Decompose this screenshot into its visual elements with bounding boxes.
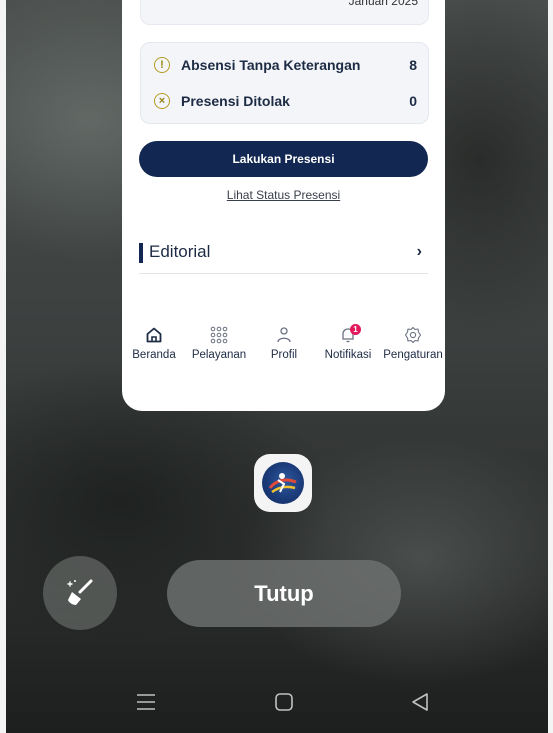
app-icon[interactable] (254, 454, 312, 512)
stat-row-ditolak: × Presensi Ditolak 0 (141, 86, 428, 116)
top-cut-text: Januari 2025 (348, 0, 418, 8)
nav-item-beranda[interactable]: Beranda (132, 326, 176, 361)
broom-icon (67, 579, 93, 605)
screen-edge-left (0, 0, 6, 733)
home-icon (146, 327, 162, 343)
back-key[interactable] (410, 692, 430, 717)
nav-item-notifikasi[interactable]: 1 Notifikasi (321, 324, 375, 361)
menu-icon (137, 694, 155, 710)
bottom-navigation: Beranda Pelayanan Profil 1 Notifikasi Pe… (122, 324, 445, 370)
attendance-stats-box: ! Absensi Tanpa Keterangan 8 × Presensi … (140, 42, 429, 124)
stat-label: Absensi Tanpa Keterangan (181, 57, 361, 73)
stat-label: Presensi Ditolak (181, 93, 290, 109)
nav-label: Profil (270, 349, 298, 361)
editorial-section-header[interactable]: Editorial › (139, 241, 428, 274)
nav-label: Beranda (132, 349, 176, 361)
app-logo-icon (262, 462, 304, 504)
grid-icon (210, 326, 228, 344)
lakukan-presensi-button[interactable]: Lakukan Presensi (139, 141, 428, 177)
recents-key[interactable] (136, 692, 156, 717)
person-icon (277, 327, 291, 343)
top-info-box: Januari 2025 (140, 0, 429, 25)
nav-item-profil[interactable]: Profil (266, 326, 302, 361)
stat-value: 0 (409, 93, 417, 109)
notification-badge: 1 (350, 324, 361, 335)
square-icon (275, 693, 293, 711)
lihat-status-link[interactable]: Lihat Status Presensi (122, 188, 445, 202)
nav-label: Pengaturan (383, 349, 443, 361)
system-navigation-bar (0, 686, 553, 726)
section-title: Editorial (149, 242, 211, 261)
screen-edge-right (548, 0, 553, 733)
section-accent-bar (139, 243, 143, 263)
clear-all-button[interactable] (43, 556, 117, 630)
gear-icon (404, 326, 422, 344)
stat-row-absensi: ! Absensi Tanpa Keterangan 8 (141, 50, 428, 80)
back-triangle-icon (412, 693, 428, 711)
tutup-button[interactable]: Tutup (167, 560, 401, 627)
home-key[interactable] (274, 692, 294, 717)
x-circle-icon: × (154, 93, 170, 109)
nav-label: Notifikasi (324, 349, 372, 361)
app-preview-card[interactable]: Januari 2025 ! Absensi Tanpa Keterangan … (122, 0, 445, 411)
nav-item-pelayanan[interactable]: Pelayanan (188, 326, 250, 361)
exclamation-icon: ! (154, 57, 170, 73)
stat-value: 8 (409, 57, 417, 73)
chevron-right-icon: › (416, 243, 422, 260)
nav-label: Pelayanan (191, 349, 247, 361)
nav-item-pengaturan[interactable]: Pengaturan (381, 326, 445, 361)
